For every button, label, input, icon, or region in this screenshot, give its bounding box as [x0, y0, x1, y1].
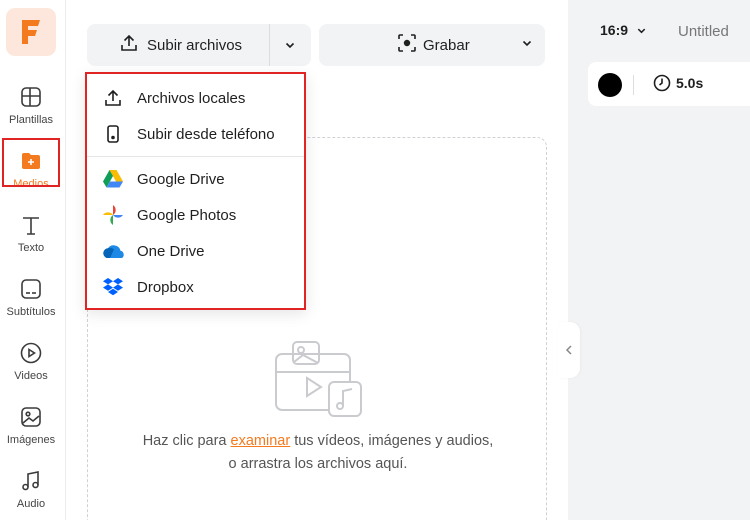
layout-icon: [18, 84, 44, 110]
dropbox-icon: [101, 275, 125, 299]
sidebar-item-label: Audio: [16, 498, 46, 510]
aspect-ratio-value: 16:9: [600, 22, 629, 38]
chevron-down-icon: [637, 28, 646, 33]
menu-item-google-drive[interactable]: Google Drive: [87, 162, 304, 196]
sidebar-item-plantillas[interactable]: Plantillas: [0, 82, 62, 134]
chevron-down-icon: [285, 42, 295, 49]
upload-icon: [119, 33, 139, 57]
sidebar-item-label: Videos: [14, 370, 48, 382]
menu-item-label: Google Drive: [137, 170, 225, 188]
menu-item-google-photos[interactable]: Google Photos: [87, 198, 304, 232]
phone-icon: [101, 122, 125, 146]
text-icon: [18, 212, 44, 238]
sidebar-item-subtitulos[interactable]: Subtítulos: [0, 274, 62, 326]
menu-item-onedrive[interactable]: One Drive: [87, 234, 304, 268]
record-button-label: Grabar: [423, 36, 470, 54]
dropzone-text-suffix: tus vídeos, imágenes y audios,: [290, 433, 494, 449]
sidebar-item-label: Texto: [17, 242, 45, 254]
background-color-swatch[interactable]: [598, 73, 622, 97]
upload-source-menu: Archivos locales Subir desde teléfono Go…: [85, 72, 306, 310]
sidebar-item-audio[interactable]: Audio: [0, 466, 62, 518]
menu-item-label: One Drive: [137, 242, 205, 260]
chevron-left-icon: [565, 345, 572, 355]
menu-divider: [87, 156, 304, 157]
menu-item-label: Archivos locales: [137, 89, 246, 107]
menu-item-label: Google Photos: [137, 206, 237, 224]
upload-button-label: Subir archivos: [147, 36, 243, 54]
browse-link[interactable]: examinar: [231, 433, 291, 449]
menu-item-dropbox[interactable]: Dropbox: [87, 270, 304, 304]
onedrive-icon: [101, 239, 125, 263]
logo-f-icon: [22, 20, 40, 44]
dropzone-text-prefix: Haz clic para: [142, 433, 231, 449]
play-circle-icon: [18, 340, 44, 366]
image-icon: [18, 404, 44, 430]
sidebar-item-label: Imágenes: [6, 434, 56, 446]
upload-options-toggle[interactable]: [270, 24, 310, 66]
highlight-box: [2, 138, 60, 187]
record-button[interactable]: Grabar: [319, 24, 545, 66]
upload-split-button: Subir archivos: [87, 24, 311, 66]
scene-settings-card: 5.0s: [588, 62, 750, 106]
chevron-down-icon: [522, 40, 532, 47]
project-title[interactable]: Untitled: [678, 23, 729, 40]
card-divider: [633, 75, 634, 95]
duration-value: 5.0s: [676, 75, 704, 91]
music-note-icon: [18, 468, 44, 494]
panel-collapse-handle[interactable]: [558, 322, 580, 378]
sidebar-item-texto[interactable]: Texto: [0, 210, 62, 262]
left-sidebar: Plantillas Medios Texto Subtítulos Video…: [0, 0, 66, 520]
media-files-icon: [273, 338, 365, 425]
sidebar-item-label: Subtítulos: [6, 306, 56, 318]
menu-item-label: Subir desde teléfono: [137, 125, 275, 143]
aspect-ratio-selector[interactable]: 16:9: [600, 22, 647, 38]
clock-icon: [653, 74, 671, 92]
upload-icon: [101, 86, 125, 110]
scene-duration[interactable]: 5.0s: [653, 74, 703, 92]
app-logo[interactable]: [6, 8, 56, 56]
dropzone-text-line2: o arrastra los archivos aquí.: [228, 456, 408, 472]
menu-item-label: Dropbox: [137, 278, 194, 296]
upload-button[interactable]: Subir archivos: [87, 24, 269, 66]
editor-area: 16:9 Untitled 5.0s: [568, 0, 750, 520]
menu-item-local-files[interactable]: Archivos locales: [87, 81, 304, 115]
menu-item-phone-upload[interactable]: Subir desde teléfono: [87, 117, 304, 151]
google-drive-icon: [101, 167, 125, 191]
sidebar-item-imagenes[interactable]: Imágenes: [0, 402, 62, 454]
subtitles-icon: [18, 276, 44, 302]
dropzone-instructions: Haz clic para examinar tus vídeos, imáge…: [88, 430, 548, 476]
sidebar-item-videos[interactable]: Videos: [0, 338, 62, 390]
record-icon: [397, 33, 417, 57]
google-photos-icon: [101, 203, 125, 227]
sidebar-item-label: Plantillas: [8, 114, 54, 126]
